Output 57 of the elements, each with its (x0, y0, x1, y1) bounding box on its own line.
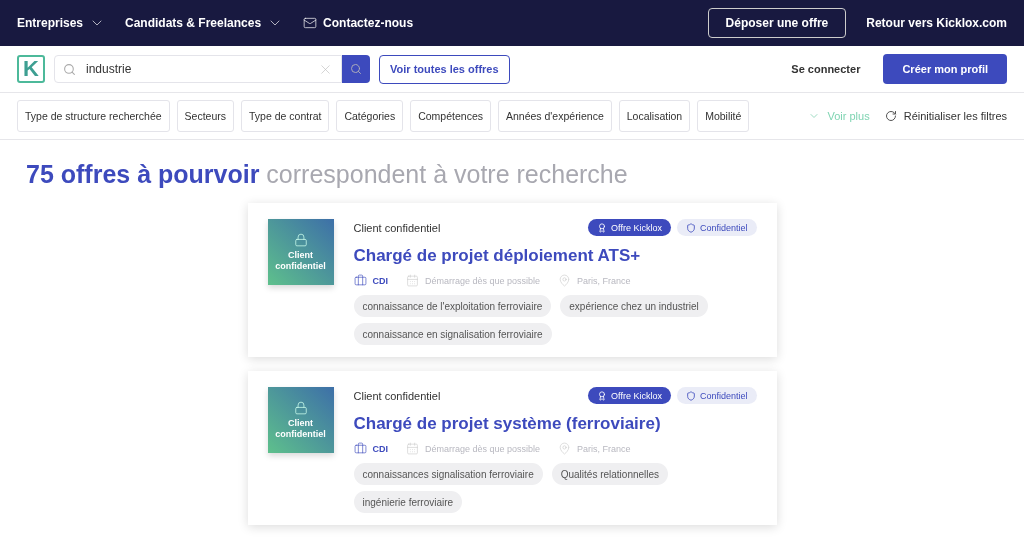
company-name: Client confidentiel (353, 221, 442, 234)
calendar-icon (406, 442, 419, 455)
offer-card[interactable] (247, 203, 777, 357)
job-title[interactable]: Chargé de projet déploiement ATS+ (353, 246, 757, 266)
reset-icon (884, 110, 897, 122)
award-icon (597, 390, 608, 401)
create-profile-button[interactable]: Créer mon profil (883, 54, 1007, 84)
skill-tag: expérience chez un industriel (560, 295, 708, 317)
start-date: Démarrage dès que possible (425, 443, 541, 454)
offer-badge: Confidentiel (676, 219, 757, 236)
filter-button[interactable]: Catégories (336, 100, 404, 132)
company-logo: Client confidentiel (267, 387, 334, 453)
shield-icon (685, 222, 696, 233)
location-pin-icon (558, 442, 572, 455)
reset-filters-link[interactable]: Réinitialiser les filtres (903, 110, 1007, 122)
briefcase-icon (353, 274, 367, 287)
filter-button[interactable]: Compétences (410, 100, 491, 132)
login-link[interactable]: Se connecter (791, 63, 861, 75)
filter-button[interactable]: Années d'expérience (498, 100, 612, 132)
filter-button[interactable]: Localisation (618, 100, 691, 132)
mail-icon (303, 16, 318, 30)
filter-button[interactable]: Secteurs (176, 100, 234, 132)
all-offers-button[interactable]: Voir toutes les offres (379, 54, 510, 84)
job-title[interactable]: Chargé de projet système (ferroviaire) (353, 414, 757, 434)
search-icon (350, 63, 362, 75)
calendar-icon (406, 274, 419, 287)
nav-menu-item[interactable]: Candidats & Freelances (125, 15, 284, 31)
award-icon (597, 222, 608, 233)
post-offer-button[interactable]: Déposer une offre (707, 8, 847, 38)
shield-icon (685, 390, 696, 401)
company-logo: Client confidentiel (267, 219, 334, 285)
filter-button[interactable]: Type de structure recherchée (17, 100, 170, 132)
briefcase-icon (353, 442, 367, 455)
offer-card[interactable] (247, 371, 777, 525)
job-location: Paris, France (577, 443, 631, 454)
skill-tag: ingénierie ferroviaire (353, 491, 463, 513)
company-name: Client confidentiel (353, 389, 442, 402)
back-link[interactable]: Retour vers Kicklox.com (866, 16, 1007, 30)
nav-menu-item[interactable]: Entreprises (17, 15, 106, 31)
search-field[interactable]: industrie (54, 55, 342, 83)
start-date: Démarrage dès que possible (425, 275, 541, 286)
skill-tag: connaissance en signalisation ferroviaire (353, 323, 552, 345)
results-heading: 75 offres à pourvoir correspondent à votre recherche (26, 160, 629, 189)
skill-tag: Qualités relationnelles (551, 463, 669, 485)
filter-button[interactable]: Type de contrat (241, 100, 330, 132)
nav-menu-item[interactable]: Contactez-nous (323, 16, 414, 30)
location-pin-icon (558, 274, 572, 287)
skill-tag: connaissance de l'exploitation ferroviaire (353, 295, 552, 317)
offer-badge: Offre Kicklox (588, 387, 671, 404)
filter-button[interactable]: Mobilité (697, 100, 750, 132)
contract-type: CDI (372, 275, 388, 286)
search-icon (63, 62, 76, 76)
offer-badge: Confidentiel (676, 387, 757, 404)
contract-type: CDI (372, 443, 388, 454)
skill-tag: connaissances signalisation ferroviaire (353, 463, 543, 485)
offer-badge: Offre Kicklox (588, 219, 671, 236)
job-location: Paris, France (577, 275, 631, 286)
